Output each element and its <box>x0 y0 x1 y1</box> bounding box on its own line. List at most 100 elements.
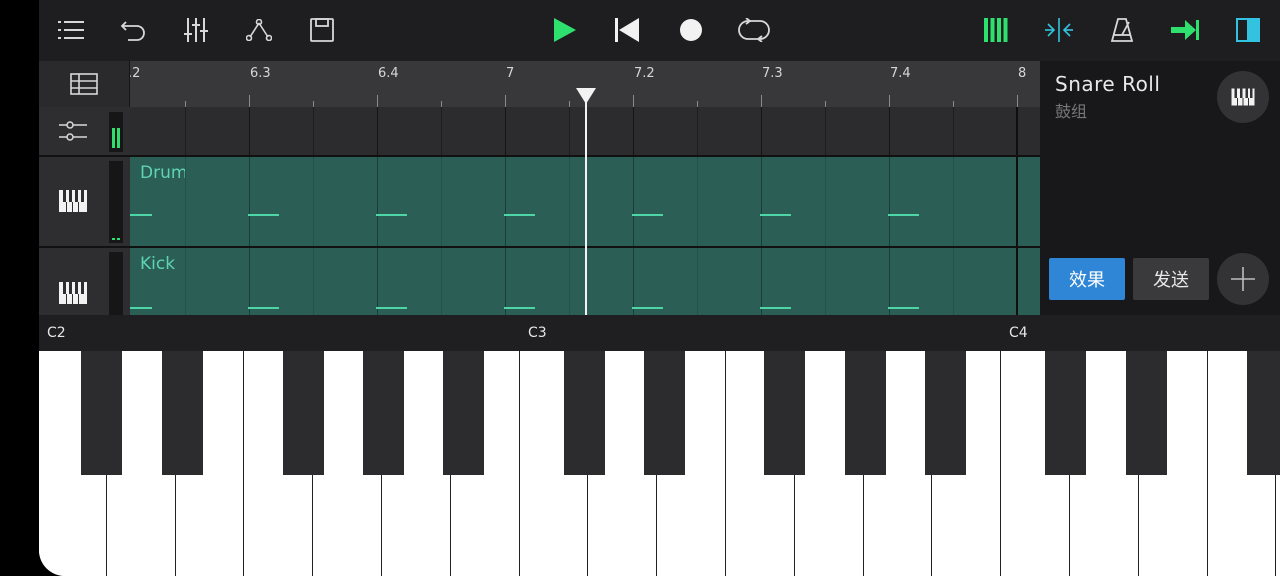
midi-note[interactable] <box>760 214 791 216</box>
automation-nodes-icon[interactable] <box>237 8 281 52</box>
midi-note[interactable] <box>632 307 663 309</box>
grid-line <box>761 157 762 246</box>
mixer-sliders-icon[interactable] <box>174 8 218 52</box>
ruler-label: .2 <box>130 66 141 81</box>
track-header-kick[interactable] <box>39 248 130 315</box>
ruler-label: 6.3 <box>250 66 271 81</box>
black-key[interactable] <box>925 351 966 475</box>
piano-icon <box>59 282 87 308</box>
black-key[interactable] <box>644 351 685 475</box>
grid-line <box>505 107 506 155</box>
grid-line <box>633 107 634 155</box>
ruler-label: 8 <box>1018 66 1027 81</box>
send-button[interactable]: 发送 <box>1133 258 1209 300</box>
midi-note[interactable] <box>130 307 152 309</box>
midi-note[interactable] <box>888 214 919 216</box>
grid-line <box>377 107 378 155</box>
black-key[interactable] <box>1045 351 1086 475</box>
midi-note[interactable] <box>504 307 535 309</box>
side-panel-icon[interactable] <box>1226 8 1270 52</box>
plus-icon <box>1231 267 1255 291</box>
midi-note[interactable] <box>888 307 919 309</box>
instrument-group: 鼓组 <box>1055 102 1088 121</box>
top-toolbar <box>39 0 1280 61</box>
automation-meter <box>109 112 123 152</box>
playhead-line[interactable] <box>585 88 587 315</box>
grid-line <box>185 157 186 246</box>
black-key[interactable] <box>1247 351 1280 475</box>
grid-line <box>569 248 570 315</box>
metronome-icon[interactable] <box>1100 8 1144 52</box>
piano-icon <box>1231 88 1255 106</box>
track-header-drum[interactable] <box>39 157 130 246</box>
grid-line <box>313 157 314 246</box>
midi-note[interactable] <box>248 307 279 309</box>
octave-label-c2: C2 <box>47 325 66 341</box>
menu-icon[interactable] <box>49 8 93 52</box>
instrument-name: Snare Roll <box>1055 72 1161 96</box>
ruler-tick <box>1017 95 1018 107</box>
grid-line <box>377 248 378 315</box>
grid-line <box>697 107 698 155</box>
black-key[interactable] <box>564 351 605 475</box>
black-key[interactable] <box>845 351 886 475</box>
octave-label-c3: C3 <box>528 325 547 341</box>
grid-line <box>953 107 954 155</box>
app-window: .2 6.3 6.4 7 7.2 7.3 7.4 8 Drum Kick <box>39 0 1280 576</box>
ruler-tick <box>761 95 762 107</box>
grid-line <box>441 157 442 246</box>
clip-end-line <box>1016 157 1018 246</box>
track-list-toggle[interactable] <box>39 61 130 107</box>
grid-line <box>697 248 698 315</box>
midi-note[interactable] <box>632 214 663 216</box>
track-meter-kick <box>109 252 123 315</box>
save-icon[interactable] <box>300 8 344 52</box>
track-list-icon <box>70 73 98 95</box>
black-key[interactable] <box>162 351 203 475</box>
piano-icon <box>59 190 87 216</box>
record-icon[interactable] <box>669 8 713 52</box>
playhead-marker[interactable] <box>576 88 596 104</box>
play-icon[interactable] <box>543 8 587 52</box>
grid-line <box>697 157 698 246</box>
grid-line <box>953 157 954 246</box>
clip-end-line <box>1016 107 1018 155</box>
black-key[interactable] <box>443 351 484 475</box>
automation-track-header[interactable] <box>39 107 130 155</box>
black-key[interactable] <box>81 351 122 475</box>
instrument-keyboard-button[interactable] <box>1217 71 1269 123</box>
skip-to-start-icon[interactable] <box>605 8 649 52</box>
black-key[interactable] <box>363 351 404 475</box>
piano-keys-icon[interactable] <box>974 8 1018 52</box>
midi-note[interactable] <box>376 307 407 309</box>
grid-line <box>249 107 250 155</box>
grid-line <box>889 157 890 246</box>
track-meter-drum <box>109 161 123 243</box>
midi-note[interactable] <box>130 214 152 216</box>
grid-line <box>249 248 250 315</box>
add-button[interactable] <box>1217 253 1269 305</box>
split-arrows-icon[interactable] <box>1037 8 1081 52</box>
arrow-right-icon[interactable] <box>1163 8 1207 52</box>
keyboard-octave-bar: C2 C3 C4 <box>39 315 1280 351</box>
piano-keyboard[interactable] <box>39 351 1280 576</box>
grid-line <box>441 248 442 315</box>
grid-line <box>185 107 186 155</box>
ruler-label: 7.4 <box>890 66 911 81</box>
ruler-label: 7.3 <box>762 66 783 81</box>
grid-line <box>633 248 634 315</box>
octave-label-c4: C4 <box>1009 325 1028 341</box>
black-key[interactable] <box>1126 351 1167 475</box>
midi-note[interactable] <box>760 307 791 309</box>
black-key[interactable] <box>283 351 324 475</box>
grid-line <box>761 248 762 315</box>
black-key[interactable] <box>764 351 805 475</box>
midi-note[interactable] <box>504 214 535 216</box>
grid-line <box>953 248 954 315</box>
effects-button[interactable]: 效果 <box>1049 258 1125 300</box>
midi-note[interactable] <box>376 214 407 216</box>
loop-icon[interactable] <box>732 8 776 52</box>
midi-note[interactable] <box>248 214 279 216</box>
undo-icon[interactable] <box>111 8 155 52</box>
ruler-tick <box>633 95 634 107</box>
